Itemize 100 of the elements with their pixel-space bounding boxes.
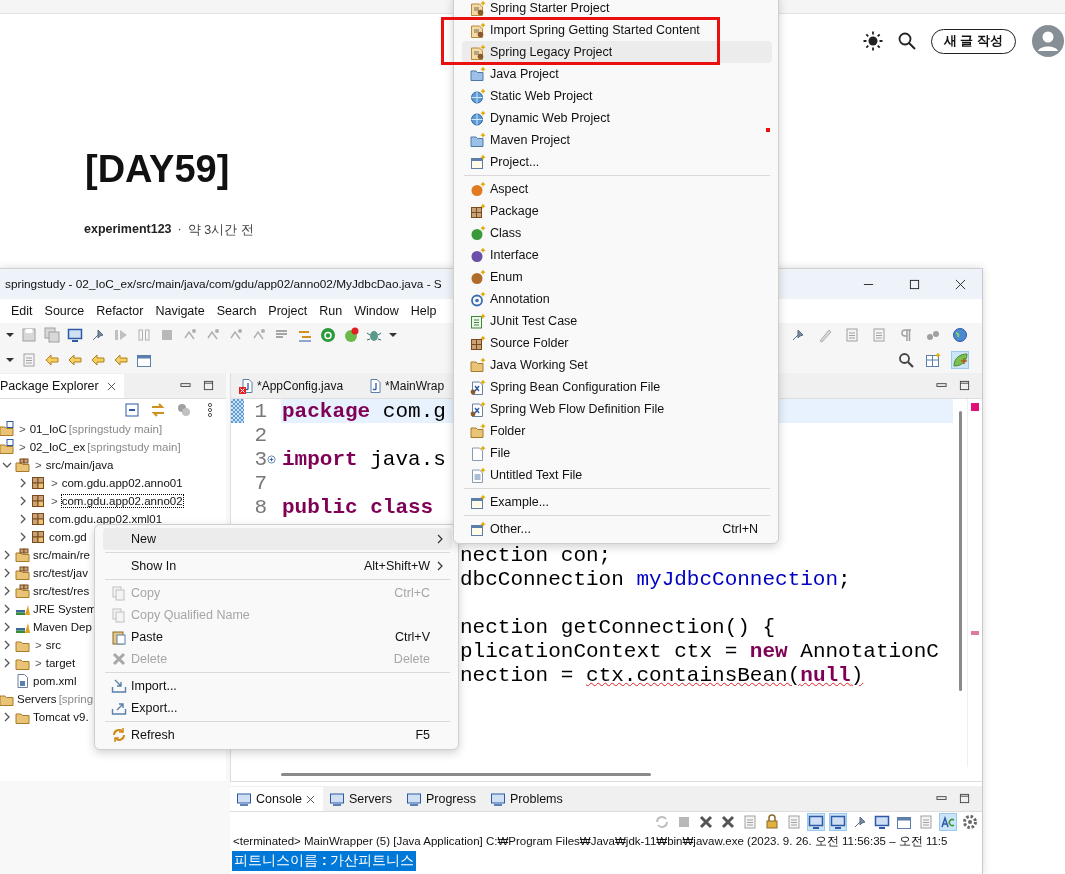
menu-item[interactable]: Project... (462, 151, 772, 173)
globe-icon[interactable] (952, 327, 968, 343)
text-icon[interactable] (940, 814, 956, 830)
menu-item[interactable]: Java Project (462, 63, 772, 85)
editor-tab[interactable]: *AppConfig.java (231, 374, 360, 398)
chevron-icon[interactable] (18, 496, 28, 506)
tree-item[interactable]: com.gdu.app02.anno02 (61, 495, 183, 507)
arrow-icon[interactable] (113, 352, 129, 368)
leaf-icon[interactable] (343, 327, 359, 343)
menu-item[interactable]: Refresh F5 (103, 724, 452, 746)
tree-item[interactable]: com.gd (49, 531, 87, 543)
menu-item[interactable]: New (103, 528, 452, 550)
window-icon[interactable] (136, 352, 152, 368)
menu-item[interactable]: Spring Web Flow Definition File (462, 398, 772, 420)
menu-item[interactable]: Window (347, 304, 404, 318)
arrow-icon[interactable] (44, 352, 60, 368)
menu-item[interactable]: Import... (103, 675, 452, 697)
tree-item[interactable]: pom.xml (33, 675, 77, 687)
menu-item[interactable]: Export... (103, 697, 452, 719)
menu-item[interactable]: Annotation (462, 288, 772, 310)
leaf-icon[interactable] (952, 352, 968, 368)
menu-item[interactable]: Interface (462, 244, 772, 266)
window-icon[interactable] (896, 814, 912, 830)
tree-item[interactable]: Servers (17, 693, 57, 705)
scrollbar-thumb[interactable] (281, 772, 651, 776)
caret-icon[interactable] (6, 356, 14, 364)
console-tab[interactable]: Progress (399, 787, 484, 811)
menu-item[interactable]: Edit (4, 304, 38, 318)
chevron-icon[interactable] (2, 712, 12, 722)
chevron-icon[interactable] (2, 622, 12, 632)
maximize-icon[interactable] (959, 793, 970, 804)
chevron-icon[interactable] (2, 550, 12, 560)
lock-icon[interactable] (764, 814, 780, 830)
menu-item[interactable]: Maven Project (462, 129, 772, 151)
caret-icon[interactable] (6, 331, 14, 339)
menu-item[interactable]: Refactor (89, 304, 149, 318)
document-icon[interactable] (918, 814, 934, 830)
error-marker[interactable] (971, 631, 979, 635)
menu-item[interactable]: Spring Legacy Project (462, 41, 772, 63)
maximize-icon[interactable] (909, 278, 920, 290)
menu-item[interactable]: Package (462, 200, 772, 222)
search-icon[interactable] (898, 352, 914, 368)
author-name[interactable]: experiment123 (84, 222, 172, 239)
menu-item[interactable]: Example... (462, 491, 772, 513)
search-icon[interactable] (896, 31, 917, 51)
tree-item[interactable]: 01_IoC (29, 423, 67, 435)
tree-item[interactable]: src/main/re (33, 549, 90, 561)
gear-icon[interactable] (962, 814, 978, 830)
pin-icon[interactable] (852, 814, 868, 830)
menu-item[interactable]: Help (403, 304, 442, 318)
menu-item[interactable]: Project (261, 304, 313, 318)
collapse-all-icon[interactable] (124, 401, 140, 418)
scrollbar-thumb[interactable] (958, 411, 962, 691)
maximize-icon[interactable] (203, 380, 214, 391)
menu-item[interactable]: Source Folder (462, 332, 772, 354)
write-post-button[interactable]: 새 글 작성 (930, 28, 1016, 54)
pin-icon[interactable] (790, 327, 806, 343)
close-icon[interactable] (305, 794, 315, 804)
tree-item[interactable]: target (45, 657, 76, 669)
close-icon[interactable] (720, 814, 736, 830)
menu-item[interactable]: Folder (462, 420, 772, 442)
monitor-icon[interactable] (808, 814, 824, 830)
monitor-icon[interactable] (67, 327, 83, 343)
chevron-icon[interactable] (2, 640, 12, 650)
menu-item[interactable]: Navigate (148, 304, 210, 318)
package-explorer-tab[interactable]: Package Explorer (0, 374, 124, 398)
chevron-icon[interactable] (18, 532, 28, 542)
monitor-icon[interactable] (830, 814, 846, 830)
menu-item[interactable]: Search (209, 304, 262, 318)
tree-item[interactable]: 02_IoC_ex (29, 441, 86, 453)
menu-item[interactable]: Static Web Project (462, 85, 772, 107)
menu-item[interactable]: Run (312, 304, 348, 318)
chevron-icon[interactable] (2, 658, 12, 668)
menu-item[interactable]: JUnit Test Case (462, 310, 772, 332)
menu-item[interactable]: Class (462, 222, 772, 244)
chevron-icon[interactable] (2, 568, 12, 578)
expand-fold-icon[interactable] (267, 454, 276, 464)
close-icon[interactable] (106, 381, 116, 391)
avatar-icon[interactable] (1032, 25, 1064, 57)
grid-icon[interactable] (925, 352, 941, 368)
console-tab[interactable]: Servers (322, 787, 400, 811)
chevron-icon[interactable] (2, 586, 12, 596)
menu-item[interactable]: Paste Ctrl+V (103, 626, 452, 648)
menu-item[interactable]: Aspect (462, 178, 772, 200)
menu-item[interactable]: Spring Bean Configuration File (462, 376, 772, 398)
tree-item[interactable]: Tomcat v9. (33, 711, 89, 723)
sync-arrows-icon[interactable] (150, 401, 166, 418)
chevron-icon[interactable] (18, 514, 28, 524)
tree-item[interactable]: Maven Dep (33, 621, 92, 633)
filter-icon[interactable] (176, 401, 192, 418)
menu-item[interactable]: Other... Ctrl+N (462, 518, 772, 540)
menu-item[interactable]: Source (37, 304, 90, 318)
menu-item[interactable]: Enum (462, 266, 772, 288)
tree-item[interactable]: src (45, 639, 62, 651)
arrow-icon[interactable] (90, 352, 106, 368)
close-icon[interactable] (955, 278, 966, 290)
maximize-icon[interactable] (959, 380, 970, 391)
arrow-icon[interactable] (67, 352, 83, 368)
menu-item[interactable]: Spring Starter Project (462, 0, 772, 19)
chevron-icon[interactable] (18, 478, 28, 488)
